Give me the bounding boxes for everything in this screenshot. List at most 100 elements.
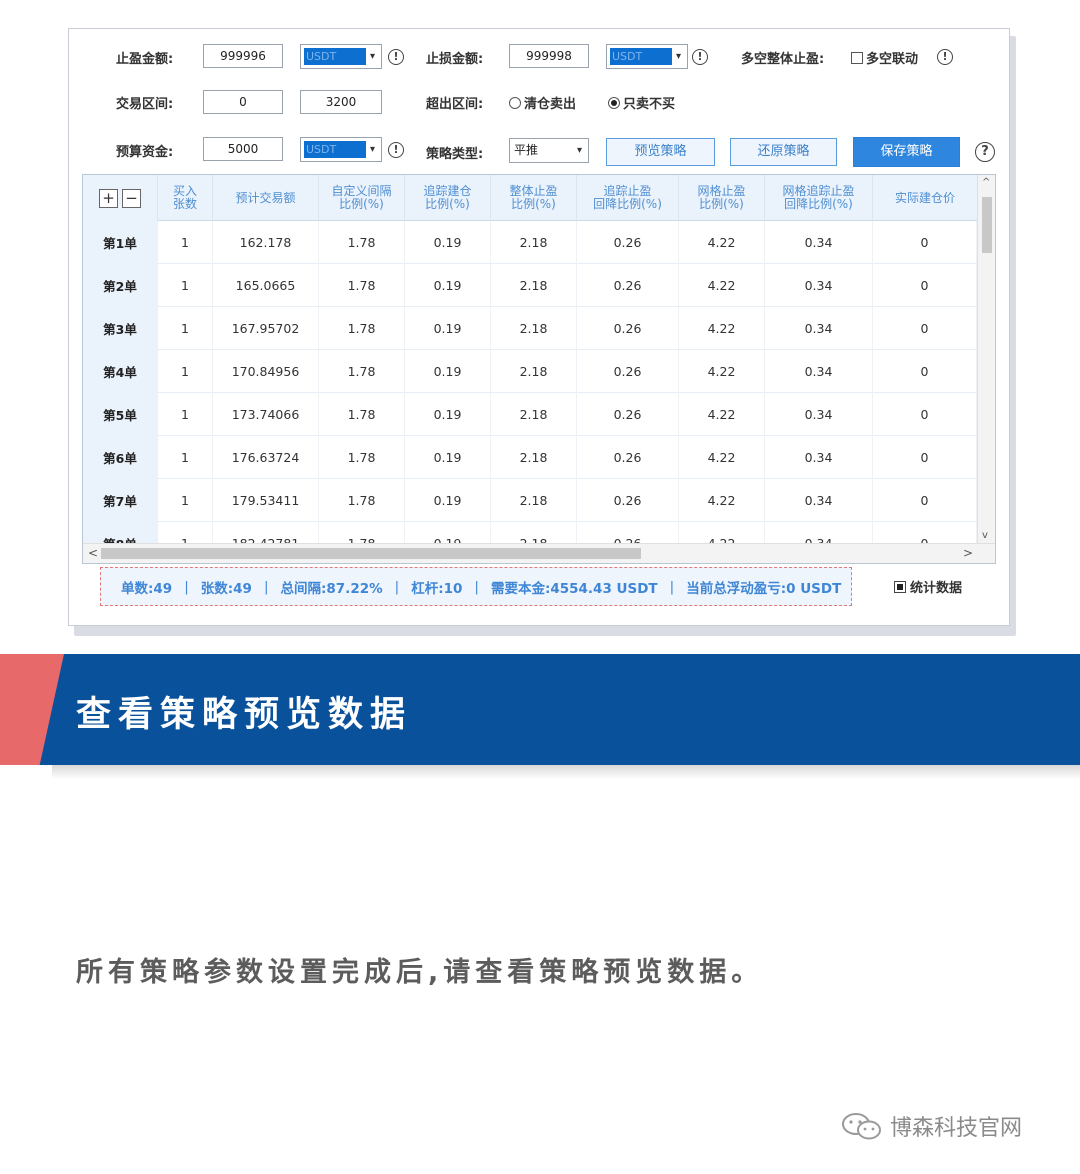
take-profit-input[interactable]: 999996 bbox=[203, 44, 283, 68]
row-header: 第7单 bbox=[83, 479, 158, 522]
stats-data-checkbox[interactable]: 统计数据 bbox=[894, 577, 962, 596]
table-cell: 0.26 bbox=[577, 264, 679, 307]
table-row[interactable]: 第8单1182.427811.780.192.180.264.220.340 bbox=[83, 522, 977, 543]
table-row[interactable]: 第5单 1 173.74066 1.78 0.19 2.18 0.26 4.22 0.34 0 bbox=[83, 393, 977, 436]
table-cell: 165.0665 bbox=[213, 264, 319, 307]
row-header: 第8单 bbox=[83, 522, 158, 543]
scroll-right-icon[interactable]: > bbox=[963, 546, 973, 560]
budget-input[interactable]: 5000 bbox=[203, 137, 283, 161]
table-cell: 0.19 bbox=[405, 307, 491, 350]
table-row[interactable]: 第6单 1 176.63724 1.78 0.19 2.18 0.26 4.22 0.34 0 bbox=[83, 436, 977, 479]
column-header[interactable]: 网格止盈 比例(%) bbox=[679, 175, 765, 221]
table-cell: 0.34 bbox=[765, 522, 873, 543]
row-header: 第5单 bbox=[83, 393, 158, 436]
radio-clear-sell[interactable]: 清仓卖出 bbox=[509, 93, 576, 112]
banner-title: 查看策略预览数据 bbox=[76, 695, 413, 735]
horizontal-scrollbar[interactable]: < > bbox=[83, 543, 995, 563]
column-header[interactable]: 预计交易额 bbox=[213, 175, 319, 221]
table-cell: 1.78 bbox=[319, 479, 405, 522]
expand-all-icon[interactable]: + bbox=[99, 188, 118, 208]
info-icon[interactable]: ! bbox=[388, 142, 404, 158]
radio-selected-icon bbox=[608, 97, 620, 109]
table-cell: 0 bbox=[873, 393, 977, 436]
table-cell: 0 bbox=[873, 221, 977, 264]
strategy-type-value: 平推 bbox=[514, 143, 539, 157]
table-cell: 0.26 bbox=[577, 307, 679, 350]
table-cell: 2.18 bbox=[491, 393, 577, 436]
scroll-down-icon[interactable]: v bbox=[982, 530, 988, 541]
info-icon[interactable]: ! bbox=[937, 49, 953, 65]
budget-label: 预算资金: bbox=[116, 145, 174, 160]
column-header[interactable]: 自定义间隔 比例(%) bbox=[319, 175, 405, 221]
table-cell: 2.18 bbox=[491, 221, 577, 264]
table-cell: 1 bbox=[158, 221, 213, 264]
column-header[interactable]: 买入 张数 bbox=[158, 175, 213, 221]
table-cell: 0.34 bbox=[765, 221, 873, 264]
table-cell: 0.26 bbox=[577, 522, 679, 543]
table-row[interactable]: 第1单 1 162.178 1.78 0.19 2.18 0.26 4.22 0.34 0 bbox=[83, 221, 977, 264]
stop-loss-input[interactable]: 999998 bbox=[509, 44, 589, 68]
column-header[interactable]: 整体止盈 比例(%) bbox=[491, 175, 577, 221]
long-short-take-profit-label: 多空整体止盈: bbox=[741, 52, 825, 67]
table-cell: 1.78 bbox=[319, 522, 405, 543]
stop-loss-unit-select[interactable]: USDT ▾ bbox=[606, 44, 688, 69]
vertical-scrollbar[interactable]: ^ v bbox=[977, 175, 995, 543]
table-cell: 4.22 bbox=[679, 479, 765, 522]
stop-loss-unit-value: USDT bbox=[610, 48, 672, 65]
strategy-preview-table: + − 买入 张数 预计交易额 自定义间隔 比例(%) 追踪建仓 比例(%) 整… bbox=[82, 174, 996, 564]
table-cell: 1 bbox=[158, 436, 213, 479]
table-cell: 1.78 bbox=[319, 307, 405, 350]
scroll-thumb[interactable] bbox=[982, 197, 992, 253]
preview-strategy-button[interactable]: 预览策略 bbox=[606, 138, 715, 166]
take-profit-unit-select[interactable]: USDT ▾ bbox=[300, 44, 382, 69]
restore-strategy-button[interactable]: 还原策略 bbox=[730, 138, 837, 166]
collapse-all-icon[interactable]: − bbox=[122, 188, 141, 208]
column-header[interactable]: 追踪建仓 比例(%) bbox=[405, 175, 491, 221]
table-cell: 4.22 bbox=[679, 436, 765, 479]
table-header: + − 买入 张数 预计交易额 自定义间隔 比例(%) 追踪建仓 比例(%) 整… bbox=[83, 175, 977, 221]
scroll-thumb[interactable] bbox=[101, 548, 641, 559]
table-cell: 1.78 bbox=[319, 350, 405, 393]
table-cell: 1 bbox=[158, 264, 213, 307]
table-row[interactable]: 第4单 1 170.84956 1.78 0.19 2.18 0.26 4.22 0.34 0 bbox=[83, 350, 977, 393]
take-profit-label: 止盈金额: bbox=[116, 52, 174, 67]
scroll-up-icon[interactable]: ^ bbox=[982, 177, 990, 188]
row-header: 第4单 bbox=[83, 350, 158, 393]
table-cell: 1 bbox=[158, 479, 213, 522]
radio-sell-only[interactable]: 只卖不买 bbox=[608, 93, 675, 112]
long-short-link-checkbox[interactable]: 多空联动 bbox=[851, 48, 918, 67]
column-header[interactable]: 追踪止盈 回降比例(%) bbox=[577, 175, 679, 221]
table-cell: 1.78 bbox=[319, 221, 405, 264]
range-high-input[interactable]: 3200 bbox=[300, 90, 382, 114]
range-low-input[interactable]: 0 bbox=[203, 90, 283, 114]
long-short-link-label: 多空联动 bbox=[866, 52, 919, 67]
table-cell: 0 bbox=[873, 522, 977, 543]
table-cell: 0 bbox=[873, 479, 977, 522]
table-cell: 179.53411 bbox=[213, 479, 319, 522]
table-row[interactable]: 第2单 1 165.0665 1.78 0.19 2.18 0.26 4.22 0.34 0 bbox=[83, 264, 977, 307]
scroll-left-icon[interactable]: < bbox=[88, 546, 98, 560]
status-separator: | bbox=[184, 578, 189, 595]
save-strategy-button[interactable]: 保存策略 bbox=[853, 137, 960, 167]
out-of-range-label: 超出区间: bbox=[426, 97, 484, 112]
stop-loss-label: 止损金额: bbox=[426, 52, 484, 67]
status-required-capital: 需要本金:4554.43 USDT bbox=[490, 580, 658, 597]
watermark-text: 博森科技官网 bbox=[890, 1116, 1023, 1141]
strategy-type-select[interactable]: 平推 ▾ bbox=[509, 138, 589, 163]
table-cell: 2.18 bbox=[491, 436, 577, 479]
budget-unit-select[interactable]: USDT ▾ bbox=[300, 137, 382, 162]
info-icon[interactable]: ! bbox=[692, 49, 708, 65]
column-header[interactable]: 网格追踪止盈 回降比例(%) bbox=[765, 175, 873, 221]
status-floating-pnl: 当前总浮动盈亏:0 USDT bbox=[686, 580, 842, 597]
table-row[interactable]: 第3单 1 167.95702 1.78 0.19 2.18 0.26 4.22 0.34 0 bbox=[83, 307, 977, 350]
table-cell: 0.34 bbox=[765, 393, 873, 436]
trade-range-label: 交易区间: bbox=[116, 97, 174, 112]
radio-sell-only-label: 只卖不买 bbox=[623, 97, 676, 112]
table-cell: 2.18 bbox=[491, 264, 577, 307]
column-header[interactable]: 实际建仓价 bbox=[873, 175, 977, 221]
checkbox-checked-icon bbox=[894, 581, 906, 593]
table-row[interactable]: 第7单 1 179.53411 1.78 0.19 2.18 0.26 4.22 0.34 0 bbox=[83, 479, 977, 522]
info-icon[interactable]: ! bbox=[388, 49, 404, 65]
help-icon[interactable]: ? bbox=[975, 142, 995, 162]
table-cell: 0.34 bbox=[765, 350, 873, 393]
